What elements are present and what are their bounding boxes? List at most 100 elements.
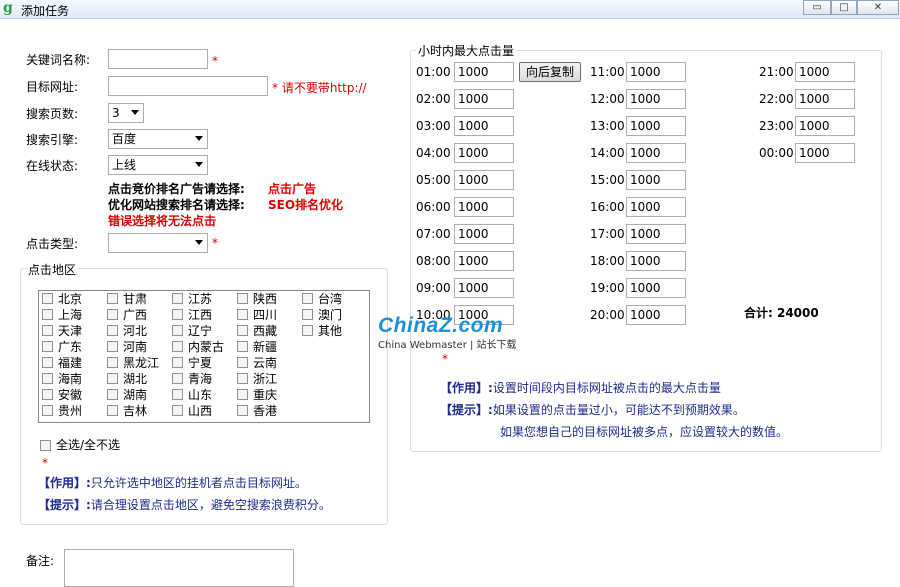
hour-clicks-input[interactable]: 1000 [454,278,514,298]
hour-clicks-input[interactable]: 1000 [626,224,686,244]
note-input[interactable] [64,549,294,587]
hour-clicks-input[interactable]: 1000 [454,89,514,109]
hour-clicks-input[interactable]: 1000 [454,224,514,244]
close-icon: ✕ [873,2,883,13]
hours-tip: 【提示】:如果设置的点击量过小，可能达不到预期效果。 [440,401,745,418]
maximize-button[interactable]: □ [831,0,857,15]
checkbox-icon [107,341,118,352]
region-checkbox[interactable]: 福建 [42,355,82,371]
region-checkbox[interactable]: 四川 [237,307,277,323]
region-checkbox[interactable]: 重庆 [237,387,277,403]
keyword-input[interactable] [108,49,208,69]
region-checkbox[interactable]: 安徽 [42,387,82,403]
hour-clicks-input[interactable]: 1000 [626,89,686,109]
checkbox-icon [172,405,183,416]
chevron-down-icon [195,240,203,245]
hour-label: 16:00 [590,200,625,214]
click-type-select[interactable] [108,233,208,253]
region-checkbox[interactable]: 湖南 [107,387,147,403]
region-checkbox[interactable]: 江苏 [172,291,212,307]
hour-clicks-input[interactable]: 1000 [454,197,514,217]
tip-ad-value: 点击广告 [268,182,317,196]
region-label: 江苏 [188,292,213,306]
close-button[interactable]: ✕ [857,0,899,15]
region-label: 河北 [123,324,148,338]
region-checkbox[interactable]: 内蒙古 [172,339,224,355]
region-checkbox[interactable]: 天津 [42,323,82,339]
region-checkbox[interactable]: 黑龙江 [107,355,159,371]
hour-clicks-input[interactable]: 1000 [626,251,686,271]
hour-clicks-input[interactable]: 1000 [626,116,686,136]
chevron-down-icon [195,136,203,141]
region-checkbox[interactable]: 河北 [107,323,147,339]
status-value: 上线 [112,158,137,172]
region-label: 宁夏 [188,356,213,370]
hour-label: 04:00 [416,146,451,160]
region-checkbox[interactable]: 香港 [237,403,277,419]
hour-clicks-input[interactable]: 1000 [795,62,855,82]
region-label: 其他 [318,324,343,338]
hour-clicks-input[interactable]: 1000 [626,143,686,163]
hour-clicks-input[interactable]: 1000 [626,62,686,82]
hour-clicks-input[interactable]: 1000 [626,170,686,190]
url-input[interactable] [108,76,268,96]
hour-clicks-input[interactable]: 1000 [626,305,686,325]
region-checkbox[interactable]: 广西 [107,307,147,323]
region-checkbox[interactable]: 宁夏 [172,355,212,371]
checkbox-icon [172,325,183,336]
hour-clicks-input[interactable]: 1000 [454,143,514,163]
region-label: 澳门 [318,308,343,322]
hour-clicks-input[interactable]: 1000 [626,278,686,298]
region-checkbox[interactable]: 海南 [42,371,82,387]
hour-clicks-input[interactable]: 1000 [454,62,514,82]
region-checkbox[interactable]: 青海 [172,371,212,387]
region-checkbox[interactable]: 河南 [107,339,147,355]
hour-clicks-input[interactable]: 1000 [795,116,855,136]
region-checkbox[interactable]: 浙江 [237,371,277,387]
region-checkbox[interactable]: 贵州 [42,403,82,419]
status-select[interactable]: 上线 [108,155,208,175]
region-checkbox[interactable]: 山东 [172,387,212,403]
copy-forward-button[interactable]: 向后复制 [519,62,581,82]
region-checkbox[interactable]: 上海 [42,307,82,323]
pages-select[interactable]: 3 [108,103,144,123]
region-checkbox[interactable]: 北京 [42,291,82,307]
checkbox-icon [40,440,51,451]
region-checkbox[interactable]: 澳门 [302,307,342,323]
engine-select[interactable]: 百度 [108,129,208,149]
minimize-button[interactable]: ▭ [803,0,831,15]
region-checkbox[interactable]: 广东 [42,339,82,355]
region-checkbox[interactable]: 辽宁 [172,323,212,339]
region-checkbox[interactable]: 吉林 [107,403,147,419]
hour-label: 05:00 [416,173,451,187]
region-checkbox[interactable]: 陕西 [237,291,277,307]
hour-label: 14:00 [590,146,625,160]
select-all-checkbox[interactable]: 全选/全不选 [40,436,120,453]
region-checkbox[interactable]: 其他 [302,323,342,339]
region-checkbox[interactable]: 新疆 [237,339,277,355]
hour-label: 09:00 [416,281,451,295]
region-label: 台湾 [318,292,343,306]
hour-clicks-input[interactable]: 1000 [795,89,855,109]
region-checkbox[interactable]: 云南 [237,355,277,371]
hour-clicks-input[interactable]: 1000 [795,143,855,163]
hour-clicks-input[interactable]: 1000 [454,251,514,271]
region-checkbox[interactable]: 西藏 [237,323,277,339]
note-label: 备注: [26,554,55,568]
hour-clicks-input[interactable]: 1000 [626,197,686,217]
url-hint: * 请不要带http:// [272,81,367,95]
region-effect: 【作用】:只允许选中地区的挂机者点击目标网址。 [38,474,307,491]
region-label: 云南 [253,356,278,370]
hour-label: 19:00 [590,281,625,295]
region-label: 四川 [253,308,278,322]
checkbox-icon [172,293,183,304]
region-checkbox[interactable]: 江西 [172,307,212,323]
region-checkbox[interactable]: 湖北 [107,371,147,387]
region-checkbox[interactable]: 甘肃 [107,291,147,307]
hour-clicks-input[interactable]: 1000 [454,116,514,136]
hour-clicks-input[interactable]: 1000 [454,170,514,190]
region-legend: 点击地区 [26,261,79,278]
region-checkbox[interactable]: 山西 [172,403,212,419]
region-checkbox[interactable]: 台湾 [302,291,342,307]
hour-label: 12:00 [590,92,625,106]
